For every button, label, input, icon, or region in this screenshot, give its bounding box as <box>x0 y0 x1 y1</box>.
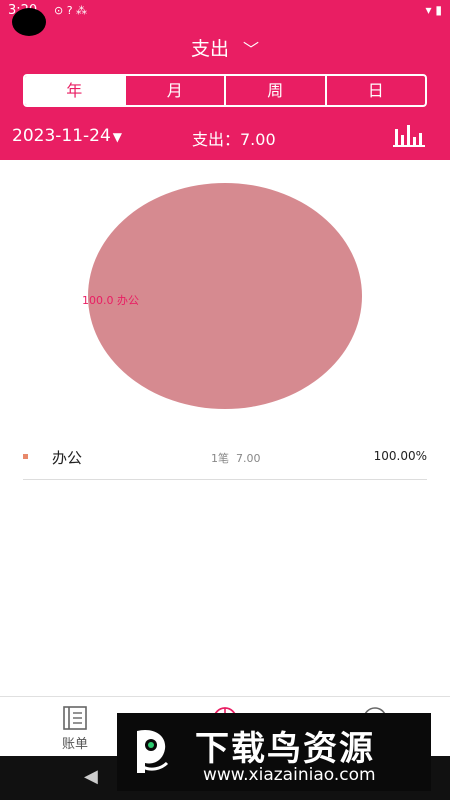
caret-down-icon: ▼ <box>112 130 123 144</box>
tab-week[interactable]: 周 <box>224 76 325 105</box>
legend-item[interactable]: 办公 1笔 7.00 100.00% <box>23 440 427 480</box>
notification-icons: ⊙ ? ⁂ <box>54 4 88 17</box>
tab-day[interactable]: 日 <box>324 76 426 105</box>
pie-slice-label: 100.0 办公 <box>82 294 139 307</box>
watermark-title: 下载鸟资源 <box>195 729 375 769</box>
legend-count-amount: 1笔 7.00 <box>211 450 261 466</box>
date-value: 2023-11-24 <box>12 126 111 146</box>
watermark-url: www.xiazainiao.com <box>203 765 376 785</box>
bird-logo-icon <box>137 729 169 773</box>
wifi-battery-icons: ▾ ▮ <box>425 3 442 17</box>
camera-cutout <box>12 8 46 36</box>
book-icon <box>63 706 87 730</box>
legend-color-swatch <box>23 454 28 459</box>
legend-count: 1笔 <box>211 452 229 465</box>
total-expense: 支出：7.00 <box>192 130 276 149</box>
watermark: 下载鸟资源 www.xiazainiao.com <box>117 713 431 791</box>
type-selector[interactable]: 支出 ﹀ <box>0 34 450 62</box>
header: 3:20 ⊙ ? ⁂ ▾ ▮ 支出 ﹀ 年 月 周 日 2023-11-24▼ 支… <box>0 0 450 160</box>
status-bar: 3:20 ⊙ ? ⁂ ▾ ▮ <box>0 0 450 36</box>
nav-bills[interactable]: 账单 <box>20 697 130 757</box>
legend-amount: 7.00 <box>236 452 261 465</box>
date-picker[interactable]: 2023-11-24 ▼ <box>12 126 122 146</box>
legend-category-name: 办公 <box>52 449 83 467</box>
back-icon[interactable]: ◀ <box>84 766 98 787</box>
bar-chart-icon[interactable] <box>392 123 426 147</box>
chevron-down-icon: ﹀ <box>243 40 260 59</box>
legend-percent: 100.00% <box>373 449 427 463</box>
period-tabs: 年 月 周 日 <box>23 74 427 107</box>
tab-year[interactable]: 年 <box>25 76 124 105</box>
tab-month[interactable]: 月 <box>123 76 225 105</box>
pie-chart <box>88 183 362 409</box>
nav-bills-label: 账单 <box>61 737 88 752</box>
page-title: 支出 <box>190 38 229 60</box>
